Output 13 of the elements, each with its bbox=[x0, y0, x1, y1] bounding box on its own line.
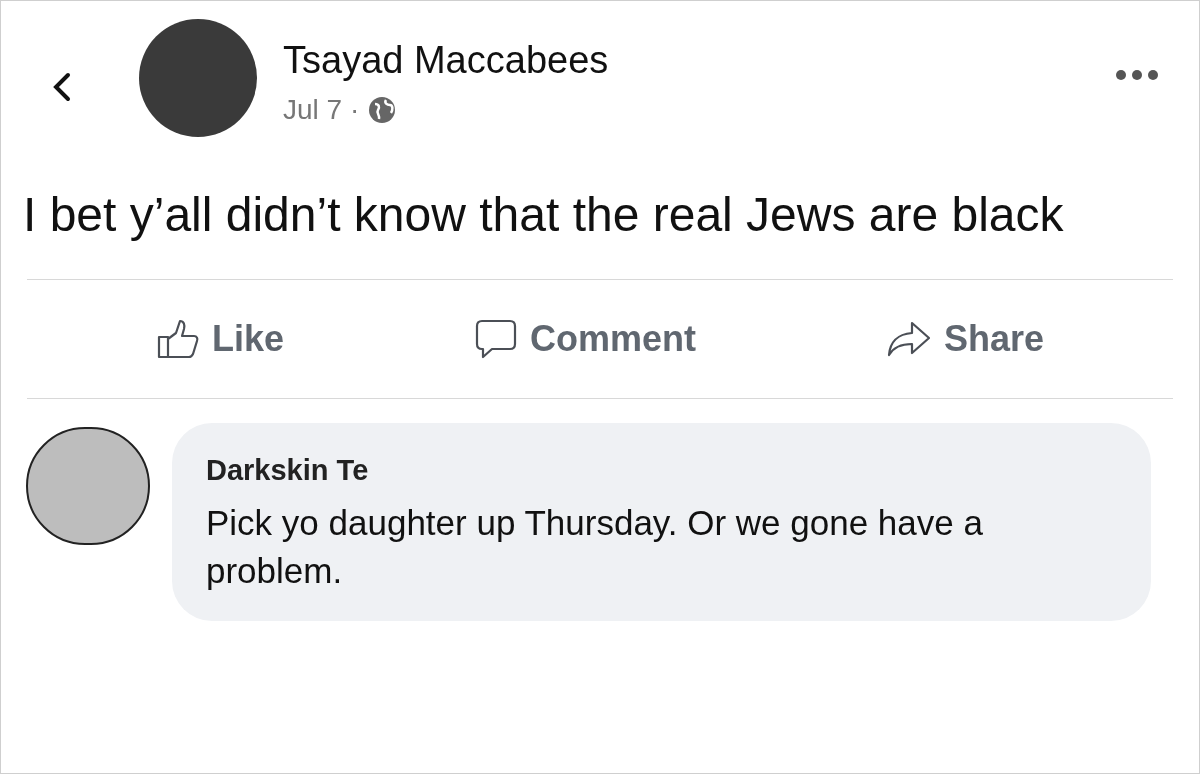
post-date: Jul 7 · bbox=[283, 92, 360, 127]
globe-icon bbox=[367, 94, 398, 125]
post-text: I bet y’all didn’t know that the real Jews are black bbox=[22, 187, 1065, 243]
commenter-name[interactable]: Darkskin Te bbox=[206, 449, 1121, 493]
share-arrow-icon bbox=[885, 320, 932, 358]
share-button[interactable]: Share bbox=[877, 308, 1052, 370]
thumbs-up-icon bbox=[155, 319, 200, 359]
speech-bubble-icon bbox=[473, 318, 518, 360]
comment-text: Pick yo daughter up Thursday. Or we gone have a problem. bbox=[206, 501, 984, 592]
more-options-icon[interactable] bbox=[1115, 69, 1159, 81]
author-name[interactable]: Tsayad Maccabees bbox=[283, 37, 609, 85]
comment-button[interactable]: Comment bbox=[465, 308, 704, 370]
like-button[interactable]: Like bbox=[147, 308, 292, 370]
